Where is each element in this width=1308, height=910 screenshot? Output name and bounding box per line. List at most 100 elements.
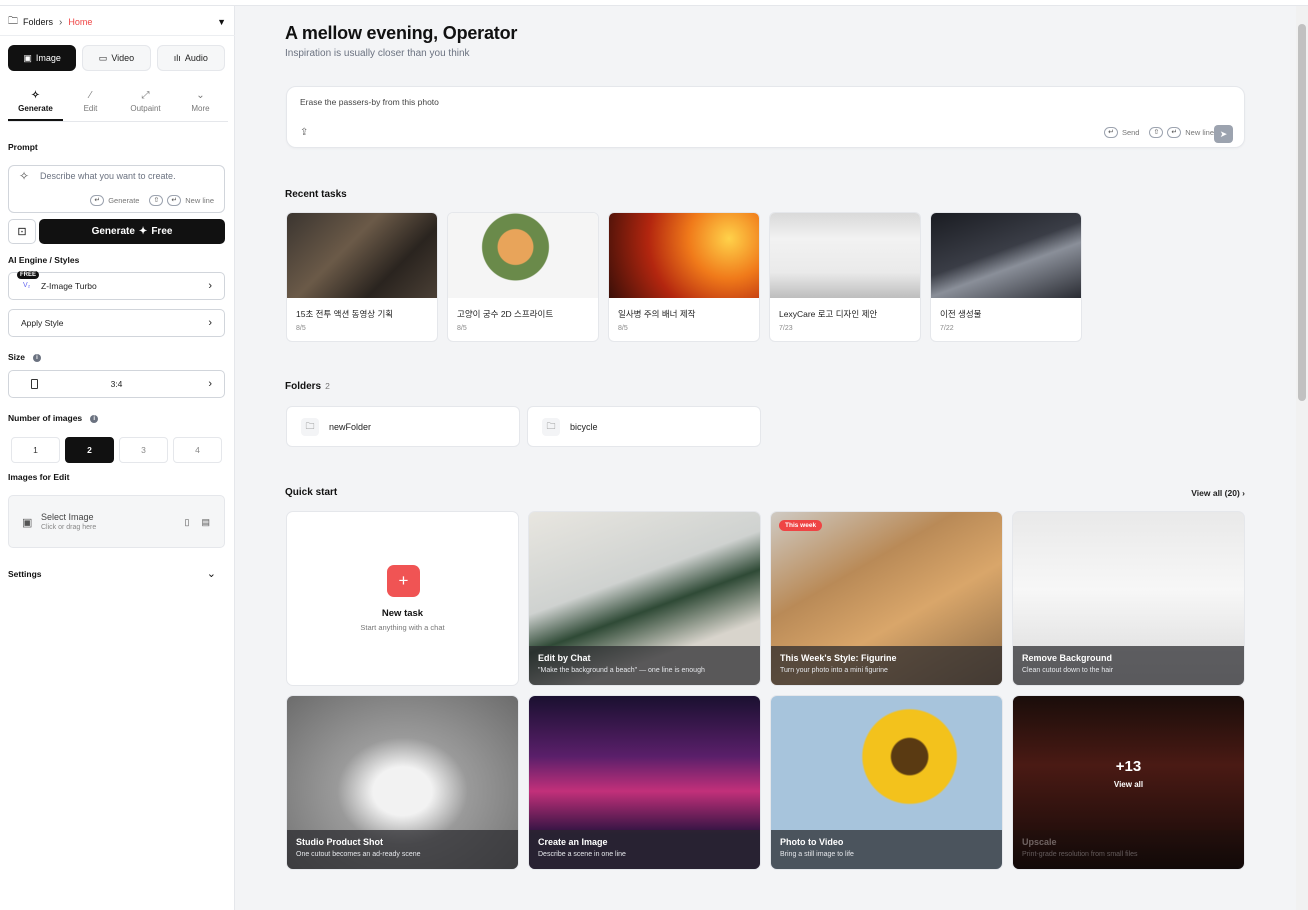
folder-name: newFolder: [329, 421, 372, 432]
quickstart-card[interactable]: Create an Image Describe a scene in one l…: [528, 695, 761, 870]
card-desc: Bring a still image to life: [780, 851, 854, 858]
engine-select[interactable]: FREE V₂ Z-Image Turbo ›: [8, 271, 225, 300]
free-badge: FREE: [17, 271, 40, 279]
new-task-desc: Start anything with a chat: [360, 623, 445, 632]
tab-generate[interactable]: ✧ Generate: [8, 88, 63, 121]
folder-item[interactable]: 🗀 bicycle: [527, 406, 761, 447]
folder-icon: 🗀: [542, 417, 560, 436]
tab-video[interactable]: ▭ Video: [82, 45, 151, 71]
more-count-number: +13: [1115, 758, 1142, 775]
page-scrollbar[interactable]: [1296, 6, 1308, 910]
prompt-input[interactable]: ✧ Describe what you want to create. ↵ Gen…: [8, 165, 225, 213]
info-icon[interactable]: i: [90, 414, 99, 423]
assistant-bot-button[interactable]: ⊡: [8, 219, 36, 244]
view-all-card[interactable]: +13 View all Upscale Print-grade resolutio…: [1012, 695, 1245, 870]
tab-image[interactable]: ▣ Image: [8, 45, 77, 71]
quickstart-card[interactable]: Photo to Video Bring a still image to lif…: [770, 695, 1003, 870]
size-value: 3:4: [110, 379, 123, 389]
quickstart-card[interactable]: This week This Week's Style: Figurine Tur…: [770, 511, 1003, 686]
settings-toggle[interactable]: Settings ⌄: [8, 567, 216, 580]
breadcrumb: 🗀 Folders › Home ▼: [8, 15, 226, 29]
breadcrumb-current[interactable]: Home: [68, 17, 92, 27]
generate-free-label: Free: [151, 226, 173, 237]
apply-style-button[interactable]: Apply Style ›: [8, 309, 225, 337]
card-overlay: Edit by Chat "Make the background a beach…: [529, 646, 760, 685]
tab-outpaint[interactable]: ⤢ Outpaint: [118, 88, 173, 121]
quickstart-card[interactable]: Remove Background Clean cutout down to th…: [1012, 511, 1245, 686]
task-thumbnail: [609, 213, 759, 298]
card-overlay: Create an Image Describe a scene in one l…: [529, 830, 760, 869]
task-thumbnail: [448, 213, 598, 298]
greeting-title: A mellow evening, Operator: [285, 23, 518, 43]
generate-button-label: Generate: [91, 226, 135, 237]
scrollbar-thumb[interactable]: [1298, 24, 1306, 401]
card-title: Create an Image: [538, 837, 608, 847]
task-date: 7/23: [779, 325, 793, 332]
card-overlay: Photo to Video Bring a still image to lif…: [771, 830, 1002, 869]
shift-key-icon: ⇧: [1149, 127, 1164, 138]
robot-icon: ⊡: [17, 226, 27, 238]
tab-more[interactable]: ⌄ More: [173, 88, 228, 121]
hint-newline: New line: [185, 196, 214, 205]
tab-generate-label: Generate: [18, 104, 53, 113]
task-card[interactable]: LexyCare 로고 디자인 제안 7/23: [769, 212, 921, 342]
tab-audio[interactable]: ılı Audio: [156, 45, 225, 71]
folders-count: 2: [325, 381, 330, 391]
chevron-right-icon: ›: [59, 16, 63, 28]
plus-icon: +: [387, 565, 420, 597]
gallery-icon[interactable]: ▤: [201, 517, 210, 528]
send-button[interactable]: ➤: [1214, 125, 1233, 143]
clipboard-icon[interactable]: ▯: [185, 517, 190, 528]
task-card[interactable]: 이전 생성물 7/22: [930, 212, 1082, 342]
tab-edit-label: Edit: [83, 104, 98, 113]
hint-newline: New line: [1185, 128, 1214, 137]
chat-input[interactable]: Erase the passers-by from this photo ⇪ ↵…: [286, 86, 1245, 148]
sparkle-icon: ✦: [138, 226, 148, 237]
task-title: 고양이 궁수 2D 스프라이트: [457, 309, 554, 319]
quickstart-card[interactable]: Edit by Chat "Make the background a beach…: [528, 511, 761, 686]
card-title: Studio Product Shot: [296, 837, 383, 847]
dropzone-actions: ▯ ▤: [185, 517, 210, 528]
task-thumbnail: [770, 213, 920, 298]
size-select[interactable]: 3:4 ›: [8, 370, 225, 398]
task-card[interactable]: 고양이 궁수 2D 스프라이트 8/5: [447, 212, 599, 342]
num-option-3[interactable]: 3: [119, 437, 168, 463]
sidebar: 🗀 Folders › Home ▼ ▣ Image ▭ Video ılı Audi…: [0, 6, 235, 910]
task-title: 일사병 주의 배너 제작: [618, 309, 696, 319]
quickstart-card[interactable]: Studio Product Shot One cutout becomes an…: [286, 695, 519, 870]
num-option-1[interactable]: 1: [11, 437, 60, 463]
enter-key-icon: ↵: [167, 195, 182, 206]
images-for-edit-label: Images for Edit: [8, 472, 70, 482]
tab-image-label: Image: [35, 53, 61, 63]
new-task-card[interactable]: + New task Start anything with a chat: [286, 511, 519, 686]
tab-edit[interactable]: ⁄ Edit: [63, 88, 118, 121]
greeting-subtitle: Inspiration is usually closer than you t…: [285, 48, 470, 59]
task-card[interactable]: 일사병 주의 배너 제작 8/5: [608, 212, 760, 342]
info-icon[interactable]: i: [33, 353, 42, 362]
view-all-link[interactable]: View all (20) ›: [1191, 488, 1245, 498]
task-title: 15초 전투 액션 동영상 기획: [296, 309, 394, 319]
card-desc: Describe a scene in one line: [538, 851, 626, 858]
tab-audio-label: Audio: [184, 53, 208, 63]
image-dropzone[interactable]: ▣ Select Image Click or drag here ▯ ▤: [8, 495, 225, 548]
upload-icon[interactable]: ⇪: [300, 127, 308, 138]
select-image-title: Select Image: [41, 512, 94, 522]
prompt-placeholder: Describe what you want to create.: [40, 171, 176, 181]
more-count-label: View all: [1113, 780, 1144, 789]
media-tabs: ▣ Image ▭ Video ılı Audio: [8, 45, 225, 71]
tab-video-label: Video: [111, 53, 135, 63]
breadcrumb-root[interactable]: Folders: [23, 17, 53, 27]
image-icon: ▣: [23, 52, 32, 63]
hint-send: Send: [1121, 128, 1140, 137]
card-title: Upscale: [1022, 837, 1057, 847]
num-option-2[interactable]: 2: [65, 437, 114, 463]
dropdown-caret-icon[interactable]: ▼: [217, 17, 226, 27]
folder-item[interactable]: 🗀 newFolder: [286, 406, 520, 447]
num-option-4[interactable]: 4: [173, 437, 222, 463]
folders-title: Folders 2: [285, 381, 330, 392]
generate-button[interactable]: Generate ✦ Free: [39, 219, 225, 244]
folder-name: bicycle: [570, 421, 598, 432]
card-overlay: Upscale Print-grade resolution from small…: [1013, 830, 1244, 869]
task-card[interactable]: 15초 전투 액션 동영상 기획 8/5: [286, 212, 438, 342]
select-image-hint: Click or drag here: [41, 524, 97, 531]
